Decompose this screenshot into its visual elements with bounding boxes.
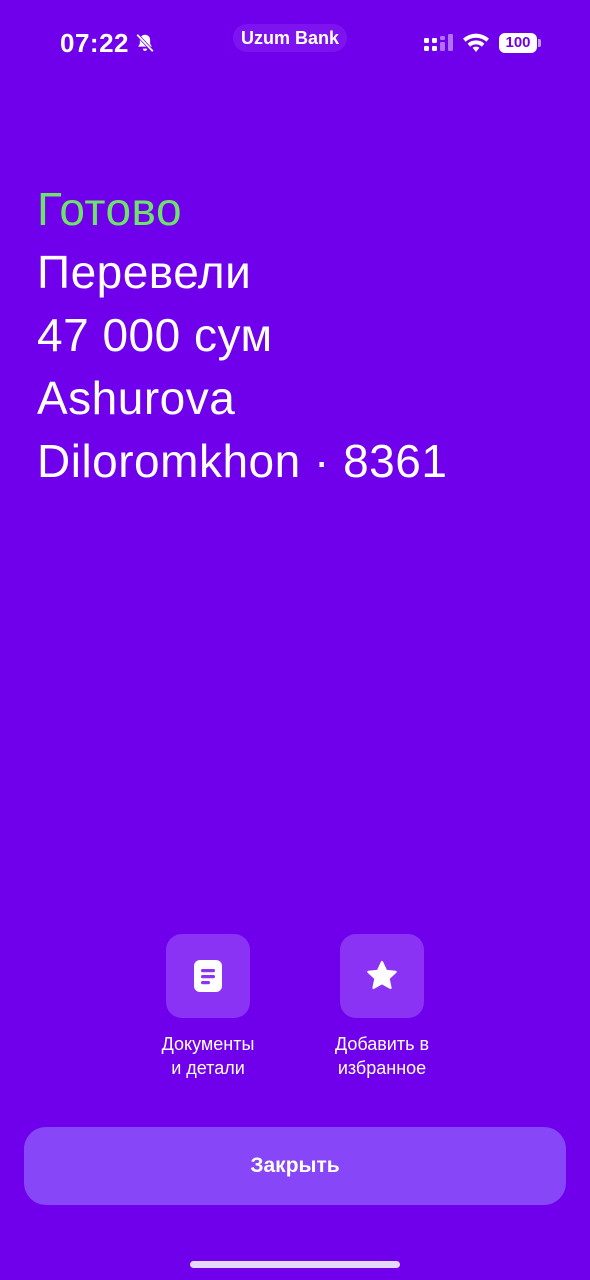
recipient-last-name: Ashurova xyxy=(37,372,236,424)
status-time: 07:22 xyxy=(60,28,129,58)
app-name-badge: Uzum Bank xyxy=(233,24,348,52)
wifi-icon xyxy=(463,33,489,52)
battery-icon: 100 xyxy=(499,33,537,53)
bell-muted-icon xyxy=(136,33,154,53)
status-bar: 07:22 Uzum Bank 100 xyxy=(0,0,590,88)
battery-tip xyxy=(538,39,541,47)
documents-tile[interactable] xyxy=(166,934,250,1018)
documents-details-button[interactable]: Документы и детали xyxy=(128,934,288,1080)
documents-details-label: Документы и детали xyxy=(161,1034,255,1078)
home-indicator[interactable] xyxy=(190,1261,400,1268)
transfer-result: Готово Перевели 47 000 сум Ashurova Dilo… xyxy=(37,178,557,493)
recipient-first-name-card: Diloromkhon · 8361 xyxy=(37,435,448,487)
transfer-verb: Перевели xyxy=(37,246,252,298)
status-title: Готово xyxy=(37,183,183,235)
document-icon xyxy=(194,960,222,992)
transfer-amount: 47 000 сум xyxy=(37,309,273,361)
add-to-favorites-button[interactable]: Добавить в избранное xyxy=(302,934,462,1080)
add-to-favorites-label: Добавить в избранное xyxy=(334,1034,430,1078)
close-button[interactable]: Закрыть xyxy=(24,1127,566,1205)
favorites-tile[interactable] xyxy=(340,934,424,1018)
star-icon xyxy=(367,960,397,990)
signal-icon xyxy=(424,34,453,51)
